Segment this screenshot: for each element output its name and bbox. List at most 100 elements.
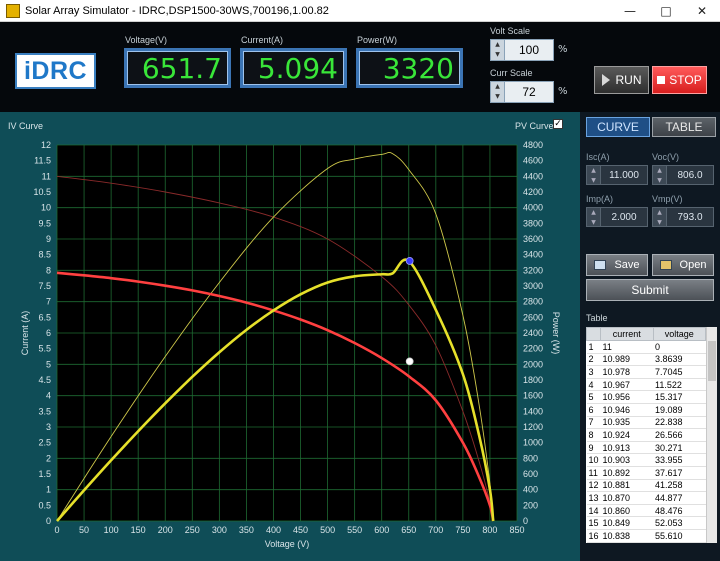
voltage-cell: 0 — [653, 340, 706, 354]
current-operating-point — [405, 357, 414, 366]
current-cell: 10.946 — [600, 403, 653, 417]
voc-value[interactable]: 806.0 — [667, 166, 713, 184]
x-tick-label: 0 — [54, 525, 59, 535]
y2-tick-label: 2200 — [523, 344, 543, 354]
voltage-cell: 52.053 — [653, 516, 706, 530]
folder-icon — [659, 260, 672, 270]
table-row[interactable]: 16 10.838 55.610 — [586, 529, 706, 543]
table-row[interactable]: 1 11 0 — [586, 340, 706, 354]
table-row[interactable]: 8 10.924 26.566 — [586, 428, 706, 442]
table-row[interactable]: 3 10.978 7.7045 — [586, 365, 706, 379]
table-row[interactable]: 4 10.967 11.522 — [586, 378, 706, 392]
curr-scale-input[interactable]: ▲ ▼ 72 — [490, 81, 554, 103]
y2-axis-label: Power (W) — [551, 312, 561, 355]
submit-button[interactable]: Submit — [586, 279, 714, 301]
row-index: 8 — [586, 428, 601, 442]
x-tick-label: 250 — [185, 525, 200, 535]
data-table[interactable]: current voltage 1 11 0 2 10.989 3.8639 3 10.978… — [586, 327, 717, 543]
curr-scale-spinner[interactable]: ▲ ▼ — [491, 82, 505, 102]
open-button[interactable]: Open — [652, 254, 714, 276]
y2-tick-label: 4000 — [523, 203, 543, 213]
save-button[interactable]: Save — [586, 254, 648, 276]
y-tick-label: 3 — [46, 422, 51, 432]
close-button[interactable]: ✕ — [684, 0, 720, 22]
current-cell: 10.978 — [600, 365, 653, 379]
y2-tick-label: 3400 — [523, 250, 543, 260]
vmp-spinner[interactable]: ▲ ▼ — [653, 208, 667, 226]
table-row[interactable]: 11 10.892 37.617 — [586, 466, 706, 480]
table-row[interactable]: 10 10.903 33.955 — [586, 453, 706, 467]
voltage-header: voltage — [652, 327, 706, 341]
voltage-cell: 55.610 — [653, 529, 706, 543]
curr-scale-value[interactable]: 72 — [505, 82, 553, 102]
table-row[interactable]: 13 10.870 44.877 — [586, 491, 706, 505]
isc-input[interactable]: ▲ ▼ 11.000 — [586, 165, 648, 185]
y-tick-label: 6.5 — [38, 312, 51, 322]
y-tick-label: 0 — [46, 516, 51, 526]
x-tick-label: 850 — [509, 525, 524, 535]
y-tick-label: 8 — [46, 265, 51, 275]
current-label: Current(A) — [241, 35, 284, 45]
table-row[interactable]: 9 10.913 30.271 — [586, 441, 706, 455]
y-tick-label: 0.5 — [38, 500, 51, 510]
pv-curve-checkbox[interactable]: ✓ — [553, 119, 563, 129]
table-scrollbar[interactable] — [706, 327, 717, 543]
imp-input[interactable]: ▲ ▼ 2.000 — [586, 207, 648, 227]
volt-scale-value[interactable]: 100 — [505, 40, 553, 60]
y-tick-label: 11.5 — [34, 156, 51, 166]
table-row[interactable]: 5 10.956 15.317 — [586, 390, 706, 404]
x-tick-label: 600 — [374, 525, 389, 535]
imp-value[interactable]: 2.000 — [601, 208, 647, 226]
save-icon — [594, 260, 607, 270]
tab-table[interactable]: TABLE — [652, 117, 716, 137]
scroll-thumb[interactable] — [708, 341, 716, 381]
current-cell: 10.903 — [600, 453, 653, 467]
row-index: 2 — [586, 353, 601, 367]
row-index: 4 — [586, 378, 601, 392]
table-row[interactable]: 12 10.881 41.258 — [586, 479, 706, 493]
y-tick-label: 11 — [42, 171, 51, 181]
y2-tick-label: 2600 — [523, 312, 543, 322]
row-index: 10 — [586, 453, 601, 467]
row-index: 16 — [586, 529, 601, 543]
x-tick-label: 750 — [455, 525, 470, 535]
table-row[interactable]: 14 10.860 48.476 — [586, 504, 706, 518]
voc-label: Voc(V) — [652, 152, 680, 162]
run-button[interactable]: RUN — [594, 66, 649, 94]
volt-scale-spinner[interactable]: ▲ ▼ — [491, 40, 505, 60]
volt-scale-input[interactable]: ▲ ▼ 100 — [490, 39, 554, 61]
table-row[interactable]: 2 10.989 3.8639 — [586, 353, 706, 367]
voltage-cell: 26.566 — [653, 428, 706, 442]
maximize-button[interactable]: □ — [648, 0, 684, 22]
voc-input[interactable]: ▲ ▼ 806.0 — [652, 165, 714, 185]
table-row[interactable]: 6 10.946 19.089 — [586, 403, 706, 417]
y2-tick-label: 3000 — [523, 281, 543, 291]
voltage-cell: 3.8639 — [653, 353, 706, 367]
x-tick-label: 500 — [320, 525, 335, 535]
table-row[interactable]: 7 10.935 22.838 — [586, 416, 706, 430]
y2-tick-label: 1400 — [523, 406, 543, 416]
current-cell: 10.956 — [600, 390, 653, 404]
y2-tick-label: 1600 — [523, 391, 543, 401]
row-index: 6 — [586, 403, 601, 417]
vmp-value[interactable]: 793.0 — [667, 208, 713, 226]
isc-value[interactable]: 11.000 — [601, 166, 647, 184]
vmp-input[interactable]: ▲ ▼ 793.0 — [652, 207, 714, 227]
tab-curve[interactable]: CURVE — [586, 117, 650, 137]
y2-tick-label: 2000 — [523, 359, 543, 369]
curr-scale-unit: % — [558, 86, 568, 97]
voc-spinner[interactable]: ▲ ▼ — [653, 166, 667, 184]
y-tick-label: 4 — [46, 391, 51, 401]
iv-curve-caption: IV Curve — [8, 121, 44, 131]
stop-button[interactable]: STOP — [652, 66, 707, 94]
index-header — [586, 327, 602, 341]
row-index: 12 — [586, 479, 601, 493]
current-cell: 10.849 — [600, 516, 653, 530]
isc-spinner[interactable]: ▲ ▼ — [587, 166, 601, 184]
imp-spinner[interactable]: ▲ ▼ — [587, 208, 601, 226]
minimize-button[interactable]: — — [612, 0, 648, 22]
table-row[interactable]: 15 10.849 52.053 — [586, 516, 706, 530]
current-cell: 10.860 — [600, 504, 653, 518]
y2-tick-label: 800 — [523, 453, 538, 463]
y-tick-label: 2.5 — [38, 438, 51, 448]
